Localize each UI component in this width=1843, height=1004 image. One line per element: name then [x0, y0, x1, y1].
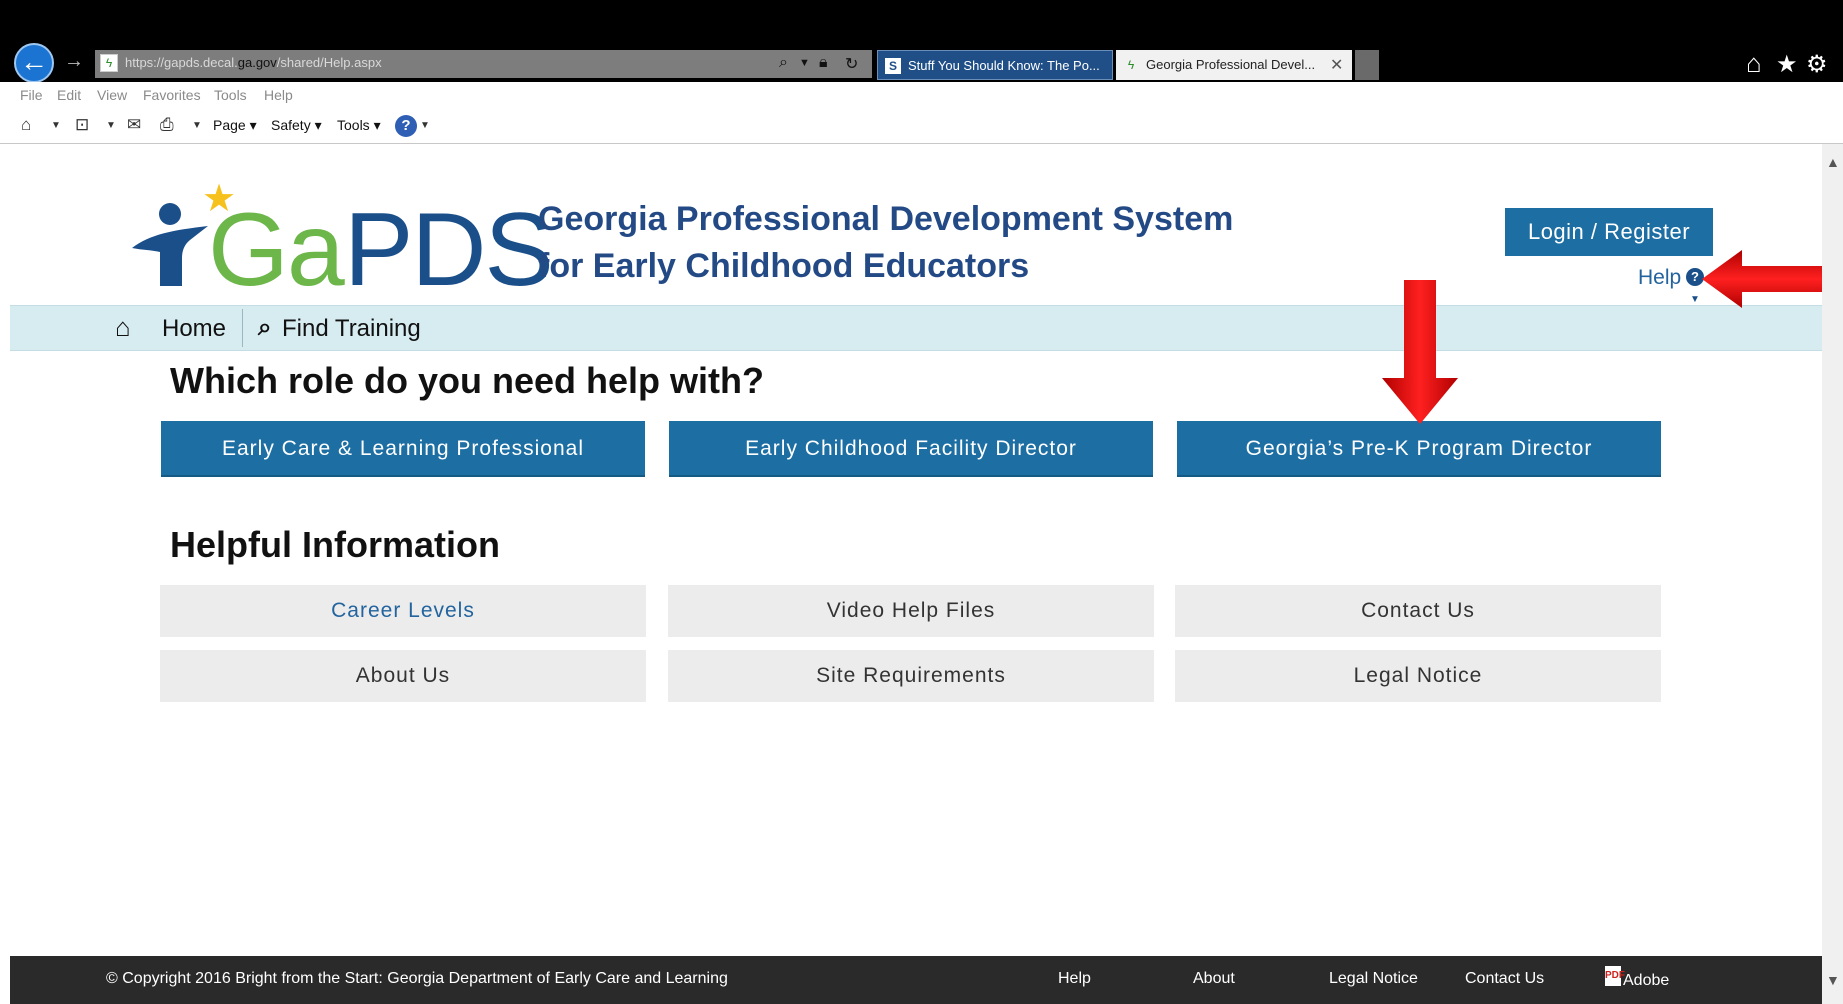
footer-contact-us-link[interactable]: Contact Us	[1465, 970, 1544, 988]
nav-find-training-link[interactable]: Find Training	[282, 315, 421, 343]
footer-about-link[interactable]: About	[1193, 970, 1235, 988]
safety-menu[interactable]: Safety ▾	[271, 117, 322, 134]
site-title-line-1: Georgia Professional Development System	[538, 200, 1234, 238]
search-icon[interactable]: ⌕	[779, 54, 788, 72]
mail-icon[interactable]: ✉	[127, 115, 141, 135]
footer-copyright: © Copyright 2016 Bright from the Start: …	[106, 970, 728, 987]
contact-us-button[interactable]: Contact Us	[1175, 585, 1661, 637]
red-down-arrow-annotation	[1382, 280, 1458, 424]
url-domain: ga.gov	[237, 55, 277, 70]
address-bar[interactable]: ϟ https://gapds.decal.ga.gov/shared/Help…	[95, 50, 872, 78]
about-us-button[interactable]: About Us	[160, 650, 646, 702]
dropdown-caret-icon[interactable]: ▼	[420, 120, 430, 131]
site-favicon-icon: ϟ	[100, 54, 118, 72]
vertical-scrollbar[interactable]: ▲ ▼	[1822, 144, 1843, 1004]
home-icon[interactable]: ⌂	[1746, 48, 1762, 79]
tab-favicon-icon: S	[885, 58, 901, 74]
nav-home-link[interactable]: Home	[162, 315, 226, 343]
dropdown-caret-icon[interactable]: ▼	[192, 120, 202, 131]
page-footer: © Copyright 2016 Bright from the Start: …	[10, 956, 1822, 1004]
favorites-star-icon[interactable]: ★	[1776, 50, 1798, 79]
login-register-button[interactable]: Login / Register	[1505, 208, 1713, 256]
early-childhood-facility-director-button[interactable]: Early Childhood Facility Director	[669, 421, 1153, 477]
logo-person-icon	[132, 203, 208, 286]
browser-help-icon[interactable]: ?	[395, 115, 417, 137]
command-bar: ⌂ ▼ ⊡ ▼ ✉ ⎙ ▼ Page ▾ Safety ▾ Tools ▾	[0, 108, 1843, 144]
lock-icon[interactable]: 🔒︎	[819, 54, 828, 72]
new-tab-button[interactable]	[1355, 50, 1379, 80]
menu-tools[interactable]: Tools	[214, 87, 247, 103]
scroll-up-icon[interactable]: ▲	[1826, 154, 1840, 170]
print-icon[interactable]: ⎙	[160, 115, 174, 135]
url-prefix: https://gapds.decal.	[125, 55, 238, 70]
site-requirements-button[interactable]: Site Requirements	[668, 650, 1154, 702]
menu-edit[interactable]: Edit	[57, 87, 81, 103]
footer-help-link[interactable]: Help	[1058, 970, 1091, 988]
forward-arrow-icon[interactable]: →	[64, 50, 84, 73]
footer-legal-notice-link[interactable]: Legal Notice	[1329, 970, 1418, 988]
tab-stuff-you-should-know[interactable]: S Stuff You Should Know: The Po...	[877, 50, 1113, 80]
nav-divider	[242, 309, 243, 347]
search-icon[interactable]: ⌕	[258, 314, 271, 342]
menu-file[interactable]: File	[20, 87, 43, 103]
back-arrow-icon[interactable]: ←	[14, 43, 54, 83]
site-title-line-2: for Early Childhood Educators	[538, 247, 1030, 285]
menu-view[interactable]: View	[97, 87, 127, 103]
main-nav-bar: ⌂ Home ⌕ Find Training	[10, 305, 1822, 351]
footer-adobe-link[interactable]: Adobe	[1623, 972, 1669, 990]
dropdown-caret-icon[interactable]: ▼	[106, 120, 116, 131]
close-tab-icon[interactable]: ✕	[1330, 55, 1343, 75]
home-icon[interactable]: ⌂	[21, 115, 31, 135]
logo-text-ga: Ga	[208, 192, 345, 308]
tools-menu[interactable]: Tools ▾	[337, 117, 381, 134]
legal-notice-button[interactable]: Legal Notice	[1175, 650, 1661, 702]
address-url[interactable]: https://gapds.decal.ga.gov/shared/Help.a…	[125, 55, 382, 70]
dropdown-caret-icon[interactable]: ▼	[799, 57, 810, 69]
help-caret-icon: ▼	[1690, 294, 1700, 305]
career-levels-button[interactable]: Career Levels	[160, 585, 646, 637]
home-icon[interactable]: ⌂	[115, 312, 131, 343]
video-help-files-button[interactable]: Video Help Files	[668, 585, 1154, 637]
menu-favorites[interactable]: Favorites	[143, 87, 201, 103]
red-left-arrow-annotation	[1702, 250, 1822, 308]
tab-favicon-icon: ϟ	[1127, 58, 1135, 72]
page-menu[interactable]: Page ▾	[213, 117, 257, 134]
tab-gapds[interactable]: ϟ Georgia Professional Devel... ✕	[1116, 50, 1352, 80]
tab-label: Stuff You Should Know: The Po...	[908, 58, 1100, 73]
menu-bar: File Edit View Favorites Tools Help	[0, 82, 1843, 108]
refresh-icon[interactable]: ↻	[845, 54, 858, 74]
tab-label: Georgia Professional Devel...	[1146, 57, 1316, 72]
pre-k-program-director-button[interactable]: Georgia’s Pre-K Program Director	[1177, 421, 1661, 477]
scroll-down-icon[interactable]: ▼	[1826, 972, 1840, 988]
help-link[interactable]: Help	[1638, 266, 1681, 290]
menu-help[interactable]: Help	[264, 87, 293, 103]
adobe-pdf-icon[interactable]: PDF	[1605, 966, 1625, 986]
url-path: /shared/Help.aspx	[276, 55, 382, 70]
helpful-information-heading: Helpful Information	[170, 524, 500, 565]
early-care-learning-professional-button[interactable]: Early Care & Learning Professional	[161, 421, 645, 477]
logo-text-pds: PDS	[344, 192, 554, 308]
role-help-heading: Which role do you need help with?	[170, 360, 764, 401]
dropdown-caret-icon[interactable]: ▼	[51, 120, 61, 131]
rss-feed-icon[interactable]: ⊡	[75, 115, 89, 135]
settings-gear-icon[interactable]: ⚙	[1806, 50, 1828, 79]
